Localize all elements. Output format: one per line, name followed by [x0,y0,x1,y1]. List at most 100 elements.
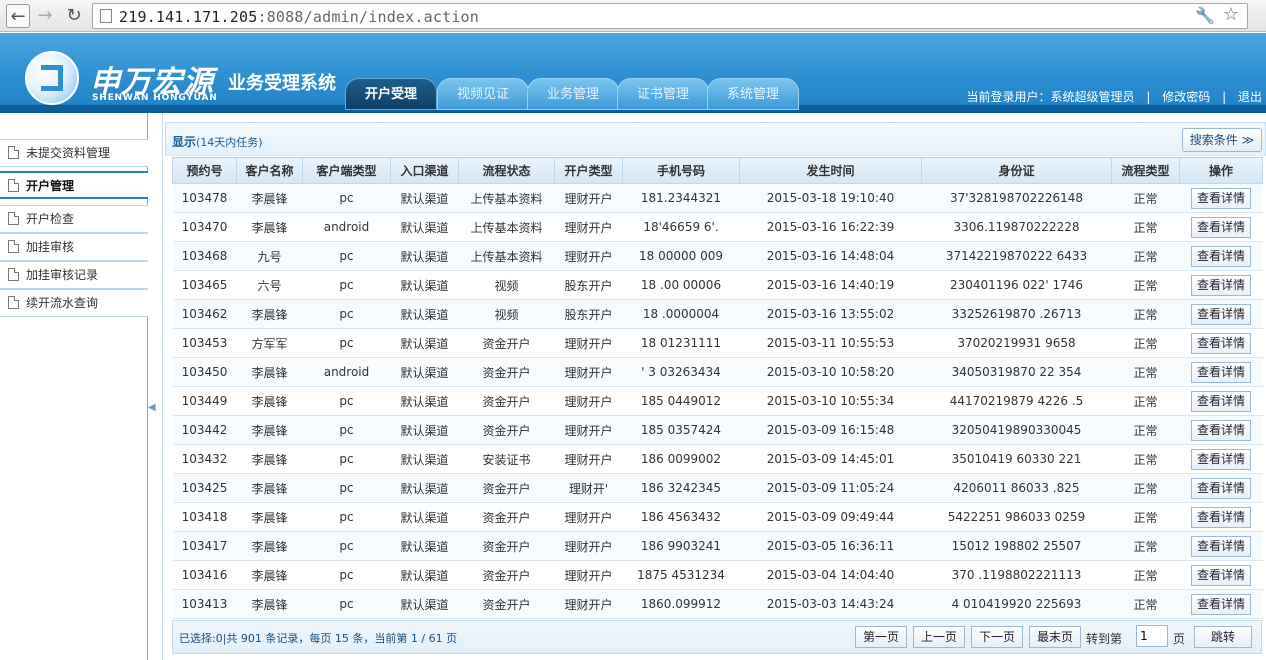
table-cell: 33252619870 .26713 [921,299,1112,329]
table-cell: 4 010419920 225693 [921,589,1112,619]
sidebar-item-attach-review[interactable]: 加挂审核 [0,233,148,261]
url-text[interactable]: 219.141.171.205:8088/admin/index.action [119,8,479,26]
column-header: 客户端类型 [302,157,391,184]
search-conditions-button[interactable]: 搜索条件 ≫ [1182,128,1262,152]
table-row[interactable]: 103418 李晨锋 pc 默认渠道 资金开户 理财开户 186 4563432 2015-0… [172,502,1263,532]
table-cell: 4206011 86033 .825 [921,473,1112,503]
sidebar-item-renewal-query[interactable]: 续开流水查询 [0,289,148,317]
table-cell: 资金开户 [458,560,555,590]
jump-button[interactable]: 跳转 [1194,626,1252,648]
table-row[interactable]: 103416 李晨锋 pc 默认渠道 资金开户 理财开户 1875 4531234 2015-… [172,560,1263,590]
table-row[interactable]: 103468 九号 pc 默认渠道 上传基本资料 理财开户 18 00000 009 2015… [172,241,1263,271]
table-cell: 资金开户 [458,328,555,358]
document-icon [8,296,19,309]
table-cell: 李晨锋 [236,560,303,590]
logout-link[interactable]: 退出 [1238,90,1262,104]
view-details-button[interactable]: 查看详情 [1191,564,1251,586]
view-details-button[interactable]: 查看详情 [1191,274,1251,296]
table-cell: 上传基本资料 [458,183,555,213]
column-header: 流程类型 [1111,157,1180,184]
view-details-button[interactable]: 查看详情 [1191,419,1251,441]
table-row[interactable]: 103425 李晨锋 pc 默认渠道 资金开户 理财开' 186 3242345 2015-0… [172,473,1263,503]
table-row[interactable]: 103450 李晨锋 android 默认渠道 资金开户 理财开户 ' 3 03263434… [172,357,1263,387]
view-details-button[interactable]: 查看详情 [1191,187,1251,209]
table-cell: 103432 [172,444,237,474]
star-icon[interactable]: ☆ [1223,4,1239,25]
sidebar-item-account-management[interactable]: 开户管理 [0,171,148,199]
first-page-button[interactable]: 第一页 [855,626,907,648]
tab-business-management[interactable]: 业务管理 [527,78,619,110]
tab-video-witness[interactable]: 视频见证 [437,78,529,110]
table-cell: pc [302,183,391,213]
table-row[interactable]: 103432 李晨锋 pc 默认渠道 安装证书 理财开户 186 0099002 2015-0… [172,444,1263,474]
table-row[interactable]: 103465 六号 pc 默认渠道 视频 股东开户 18 .00 00006 2015-03-… [172,270,1263,300]
table-cell: 李晨锋 [236,386,303,416]
address-bar[interactable]: 219.141.171.205:8088/admin/index.action … [92,3,1248,29]
table-cell: 正常 [1111,386,1180,416]
sidebar-item-label: 开户管理 [26,179,75,193]
table-cell: 34050319870 22 354 [921,357,1112,387]
table-cell: pc [302,444,391,474]
tab-system-management[interactable]: 系统管理 [707,78,799,110]
table-cell: 44170219879 4226 .5 [921,386,1112,416]
change-password-link[interactable]: 修改密码 [1162,90,1210,104]
table-cell: 李晨锋 [236,357,303,387]
last-page-button[interactable]: 最末页 [1029,626,1081,648]
table-cell: 默认渠道 [390,415,459,445]
table-cell: 李晨锋 [236,212,303,242]
prev-page-button[interactable]: 上一页 [913,626,965,648]
table-cell: 103413 [172,589,237,619]
next-page-button[interactable]: 下一页 [971,626,1023,648]
view-details-button[interactable]: 查看详情 [1191,390,1251,412]
back-arrow-icon[interactable]: ← [6,4,30,28]
wrench-icon[interactable]: 🔧 [1195,6,1215,25]
sidebar-item-account-check[interactable]: 开户检查 [0,205,148,233]
system-name: 业务受理系统 [228,73,336,94]
table-cell: 2015-03-04 14:04:40 [739,560,922,590]
panel-title-text: 显示 [172,135,197,149]
table-row[interactable]: 103453 方军军 pc 默认渠道 资金开户 理财开户 18 01231111 2015-0… [172,328,1263,358]
sidebar-item-attach-review-records[interactable]: 加挂审核记录 [0,261,148,289]
tab-account-opening[interactable]: 开户受理 [345,78,437,110]
table-cell: 正常 [1111,299,1180,329]
table-row[interactable]: 103478 李晨锋 pc 默认渠道 上传基本资料 理财开户 181.2344321 2015… [172,183,1263,213]
table-row[interactable]: 103470 李晨锋 android 默认渠道 上传基本资料 理财开户 18'46659 6… [172,212,1263,242]
view-details-button[interactable]: 查看详情 [1191,245,1251,267]
table-row[interactable]: 103442 李晨锋 pc 默认渠道 资金开户 理财开户 185 0357424 2015-0… [172,415,1263,445]
forward-arrow-icon[interactable]: → [33,4,57,28]
view-details-button[interactable]: 查看详情 [1191,361,1251,383]
table-cell: 理财开户 [554,212,623,242]
view-details-button[interactable]: 查看详情 [1191,535,1251,557]
table-row[interactable]: 103413 李晨锋 pc 默认渠道 资金开户 理财开户 1860.099912 2015-0… [172,589,1263,619]
table-cell: 103470 [172,212,237,242]
page-number-input[interactable] [1136,625,1168,647]
sidebar-splitter[interactable] [148,113,163,660]
table-cell: 正常 [1111,502,1180,532]
table-cell: 18 00000 009 [622,241,740,271]
action-cell: 查看详情 [1179,241,1263,271]
view-details-button[interactable]: 查看详情 [1191,593,1251,615]
table-cell: 37142219870222 6433 [921,241,1112,271]
sidebar-item-unsubmitted[interactable]: 未提交资料管理 [0,139,148,167]
table-cell: 186 3242345 [622,473,740,503]
column-header: 开户类型 [554,157,623,184]
table-cell: 181.2344321 [622,183,740,213]
view-details-button[interactable]: 查看详情 [1191,506,1251,528]
sidebar-item-label: 加挂审核记录 [26,268,99,282]
action-cell: 查看详情 [1179,328,1263,358]
view-details-button[interactable]: 查看详情 [1191,477,1251,499]
view-details-button[interactable]: 查看详情 [1191,332,1251,354]
view-details-button[interactable]: 查看详情 [1191,303,1251,325]
url-path: :8088/admin/index.action [257,8,480,26]
current-user: 当前登录用户：系统超级管理员 [966,90,1135,104]
table-row[interactable]: 103462 李晨锋 pc 默认渠道 视频 股东开户 18 .0000004 2015-03-… [172,299,1263,329]
table-cell: 李晨锋 [236,473,303,503]
tab-certificate-management[interactable]: 证书管理 [617,78,709,110]
table-cell: 理财开户 [554,589,623,619]
table-row[interactable]: 103449 李晨锋 pc 默认渠道 资金开户 理财开户 185 0449012 2015-0… [172,386,1263,416]
table-row[interactable]: 103417 李晨锋 pc 默认渠道 资金开户 理财开户 186 9903241 2015-0… [172,531,1263,561]
reload-icon[interactable]: ↻ [62,4,86,28]
view-details-button[interactable]: 查看详情 [1191,448,1251,470]
collapse-arrow-icon[interactable]: ◀ [148,402,156,413]
view-details-button[interactable]: 查看详情 [1191,216,1251,238]
